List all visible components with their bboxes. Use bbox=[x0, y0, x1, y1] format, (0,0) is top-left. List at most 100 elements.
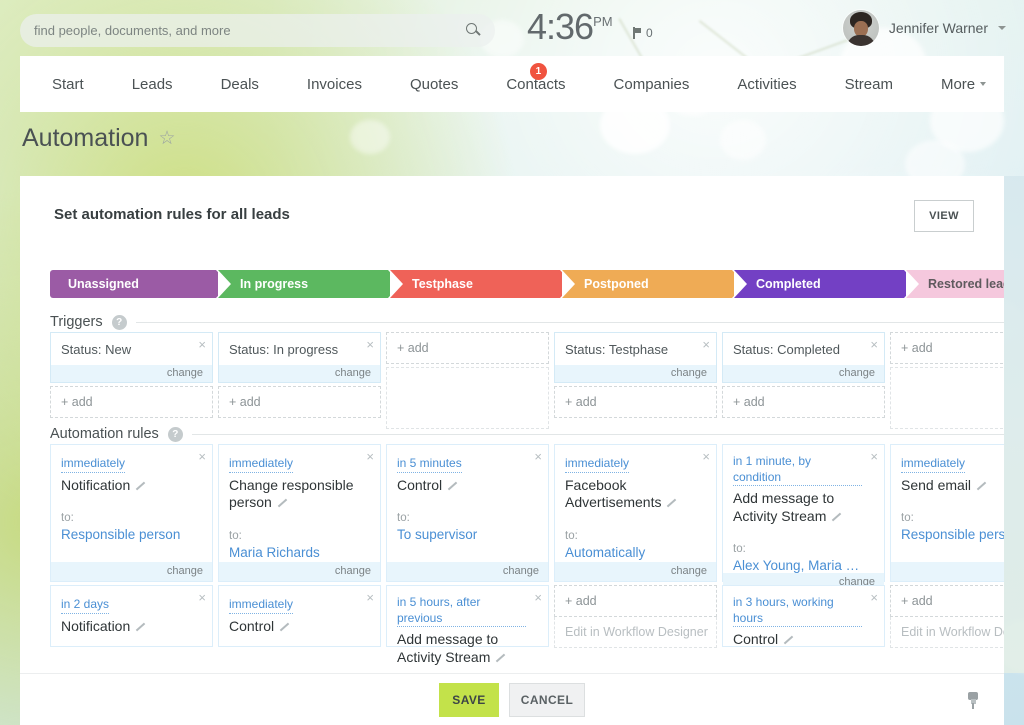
rule-when[interactable]: in 1 minute, by condition bbox=[733, 454, 862, 486]
automation-rule-card[interactable]: ×immediatelyControl bbox=[218, 585, 381, 647]
automation-rule-card[interactable]: ×immediatelyNotificationto:Responsible p… bbox=[50, 444, 213, 582]
rule-target[interactable]: To supervisor bbox=[397, 527, 526, 542]
rule-when[interactable]: in 5 hours, after previous bbox=[397, 595, 526, 627]
automation-rule-card[interactable]: ×in 5 minutesControlto:To supervisorchan… bbox=[386, 444, 549, 582]
automation-rule-card[interactable]: ×in 1 minute, by conditionAdd message to… bbox=[722, 444, 885, 582]
automation-rule-card[interactable]: ×immediatelyFacebook Advertisementsto:Au… bbox=[554, 444, 717, 582]
close-icon[interactable]: × bbox=[870, 338, 878, 351]
close-icon[interactable]: × bbox=[702, 338, 710, 351]
automation-rule-card[interactable]: ×immediatelySend emailto:Responsible per… bbox=[890, 444, 1004, 582]
trigger-card[interactable]: ×Status: Testphasechange bbox=[554, 332, 717, 383]
add-trigger-button[interactable]: + add bbox=[554, 386, 717, 418]
pencil-icon[interactable] bbox=[830, 511, 841, 522]
nav-item-invoices[interactable]: Invoices bbox=[283, 76, 386, 93]
stage-pill-testphase[interactable]: Testphase bbox=[390, 270, 560, 298]
rule-when[interactable]: immediately bbox=[901, 456, 965, 473]
automation-rule-card[interactable]: ×in 3 hours, working hoursControl bbox=[722, 585, 885, 647]
search-box[interactable] bbox=[20, 14, 495, 47]
nav-item-activities[interactable]: Activities bbox=[713, 76, 820, 93]
notifications-flag[interactable]: 0 bbox=[633, 26, 653, 40]
close-icon[interactable]: × bbox=[198, 450, 206, 463]
automation-rule-card[interactable]: ×immediatelyChange responsible personto:… bbox=[218, 444, 381, 582]
nav-item-more[interactable]: More bbox=[917, 76, 1020, 93]
close-icon[interactable]: × bbox=[702, 450, 710, 463]
automation-rule-card[interactable]: ×in 2 daysNotification bbox=[50, 585, 213, 647]
pencil-icon[interactable] bbox=[446, 480, 457, 491]
rule-when[interactable]: immediately bbox=[229, 456, 293, 473]
rule-when[interactable]: in 5 minutes bbox=[397, 456, 462, 473]
close-icon[interactable]: × bbox=[870, 450, 878, 463]
trigger-card[interactable]: ×Status: Newchange bbox=[50, 332, 213, 383]
rule-when[interactable]: in 3 hours, working hours bbox=[733, 595, 862, 627]
nav-item-companies[interactable]: Companies bbox=[590, 76, 714, 93]
stage-pill-completed[interactable]: Completed bbox=[734, 270, 904, 298]
pin-icon[interactable] bbox=[966, 691, 980, 709]
user-menu[interactable]: Jennifer Warner bbox=[843, 10, 1006, 46]
rule-change-link[interactable]: change bbox=[387, 562, 548, 581]
trigger-card[interactable]: ×Status: Completedchange bbox=[722, 332, 885, 383]
nav-item-contacts[interactable]: Contacts1 bbox=[482, 76, 589, 93]
cancel-button[interactable]: CANCEL bbox=[509, 683, 585, 717]
rule-when[interactable]: immediately bbox=[229, 597, 293, 614]
rule-change-link[interactable]: change bbox=[51, 562, 212, 581]
save-button[interactable]: SAVE bbox=[439, 683, 499, 717]
add-rule-button[interactable]: + add bbox=[890, 585, 1004, 617]
add-trigger-button[interactable]: + add bbox=[218, 386, 381, 418]
view-button[interactable]: VIEW bbox=[914, 200, 974, 232]
pencil-icon[interactable] bbox=[665, 497, 676, 508]
pencil-icon[interactable] bbox=[134, 480, 145, 491]
trigger-change-link[interactable]: change bbox=[219, 365, 380, 382]
rule-target[interactable]: Responsible person bbox=[61, 527, 190, 542]
rule-change-link[interactable]: change bbox=[555, 562, 716, 581]
rule-change-link[interactable]: change bbox=[891, 562, 1004, 581]
nav-item-start[interactable]: Start bbox=[20, 76, 108, 93]
pencil-icon[interactable] bbox=[494, 652, 505, 663]
help-icon[interactable]: ? bbox=[112, 315, 127, 330]
stage-pill-unassigned[interactable]: Unassigned bbox=[50, 270, 216, 298]
add-trigger-button[interactable]: + add bbox=[890, 332, 1004, 364]
pencil-icon[interactable] bbox=[276, 497, 287, 508]
workflow-designer-link[interactable]: Edit in Workflow Designer bbox=[554, 617, 717, 648]
close-icon[interactable]: × bbox=[366, 338, 374, 351]
trigger-change-link[interactable]: change bbox=[555, 365, 716, 382]
rule-when[interactable]: immediately bbox=[565, 456, 629, 473]
close-icon[interactable]: × bbox=[198, 338, 206, 351]
pencil-icon[interactable] bbox=[278, 621, 289, 632]
close-icon[interactable]: × bbox=[534, 450, 542, 463]
nav-item-deals[interactable]: Deals bbox=[197, 76, 283, 93]
star-icon[interactable]: ☆ bbox=[158, 127, 175, 150]
add-trigger-button[interactable]: + add bbox=[386, 332, 549, 364]
add-rule-button[interactable]: + add bbox=[554, 585, 717, 617]
stage-pill-in-progress[interactable]: In progress bbox=[218, 270, 388, 298]
search-input[interactable] bbox=[34, 23, 466, 38]
close-icon[interactable]: × bbox=[366, 591, 374, 604]
search-icon[interactable] bbox=[466, 23, 481, 38]
nav-item-quotes[interactable]: Quotes bbox=[386, 76, 482, 93]
pencil-icon[interactable] bbox=[975, 480, 986, 491]
trigger-change-link[interactable]: change bbox=[51, 365, 212, 382]
nav-item-stream[interactable]: Stream bbox=[821, 76, 917, 93]
close-icon[interactable]: × bbox=[366, 450, 374, 463]
chevron-down-icon[interactable] bbox=[998, 26, 1006, 30]
rule-when[interactable]: in 2 days bbox=[61, 597, 109, 614]
rule-target[interactable]: Automatically bbox=[565, 545, 694, 560]
trigger-card[interactable]: ×Status: In progresschange bbox=[218, 332, 381, 383]
automation-rule-card[interactable]: ×in 5 hours, after previousAdd message t… bbox=[386, 585, 549, 647]
rule-target[interactable]: Alex Young, Maria … bbox=[733, 558, 862, 573]
pencil-icon[interactable] bbox=[782, 634, 793, 645]
stage-pill-postponed[interactable]: Postponed bbox=[562, 270, 732, 298]
help-icon[interactable]: ? bbox=[168, 427, 183, 442]
trigger-change-link[interactable]: change bbox=[723, 365, 884, 382]
add-trigger-button[interactable]: + add bbox=[50, 386, 213, 418]
avatar[interactable] bbox=[843, 10, 879, 46]
close-icon[interactable]: × bbox=[534, 591, 542, 604]
rule-change-link[interactable]: change bbox=[219, 562, 380, 581]
workflow-designer-link[interactable]: Edit in Workflow Designer bbox=[890, 617, 1004, 648]
nav-item-leads[interactable]: Leads bbox=[108, 76, 197, 93]
rule-target[interactable]: Responsible person bbox=[901, 527, 1004, 542]
close-icon[interactable]: × bbox=[198, 591, 206, 604]
add-trigger-button[interactable]: + add bbox=[722, 386, 885, 418]
stage-pill-restored-leads[interactable]: Restored leads bbox=[906, 270, 1004, 298]
rule-target[interactable]: Maria Richards bbox=[229, 545, 358, 560]
rule-when[interactable]: immediately bbox=[61, 456, 125, 473]
